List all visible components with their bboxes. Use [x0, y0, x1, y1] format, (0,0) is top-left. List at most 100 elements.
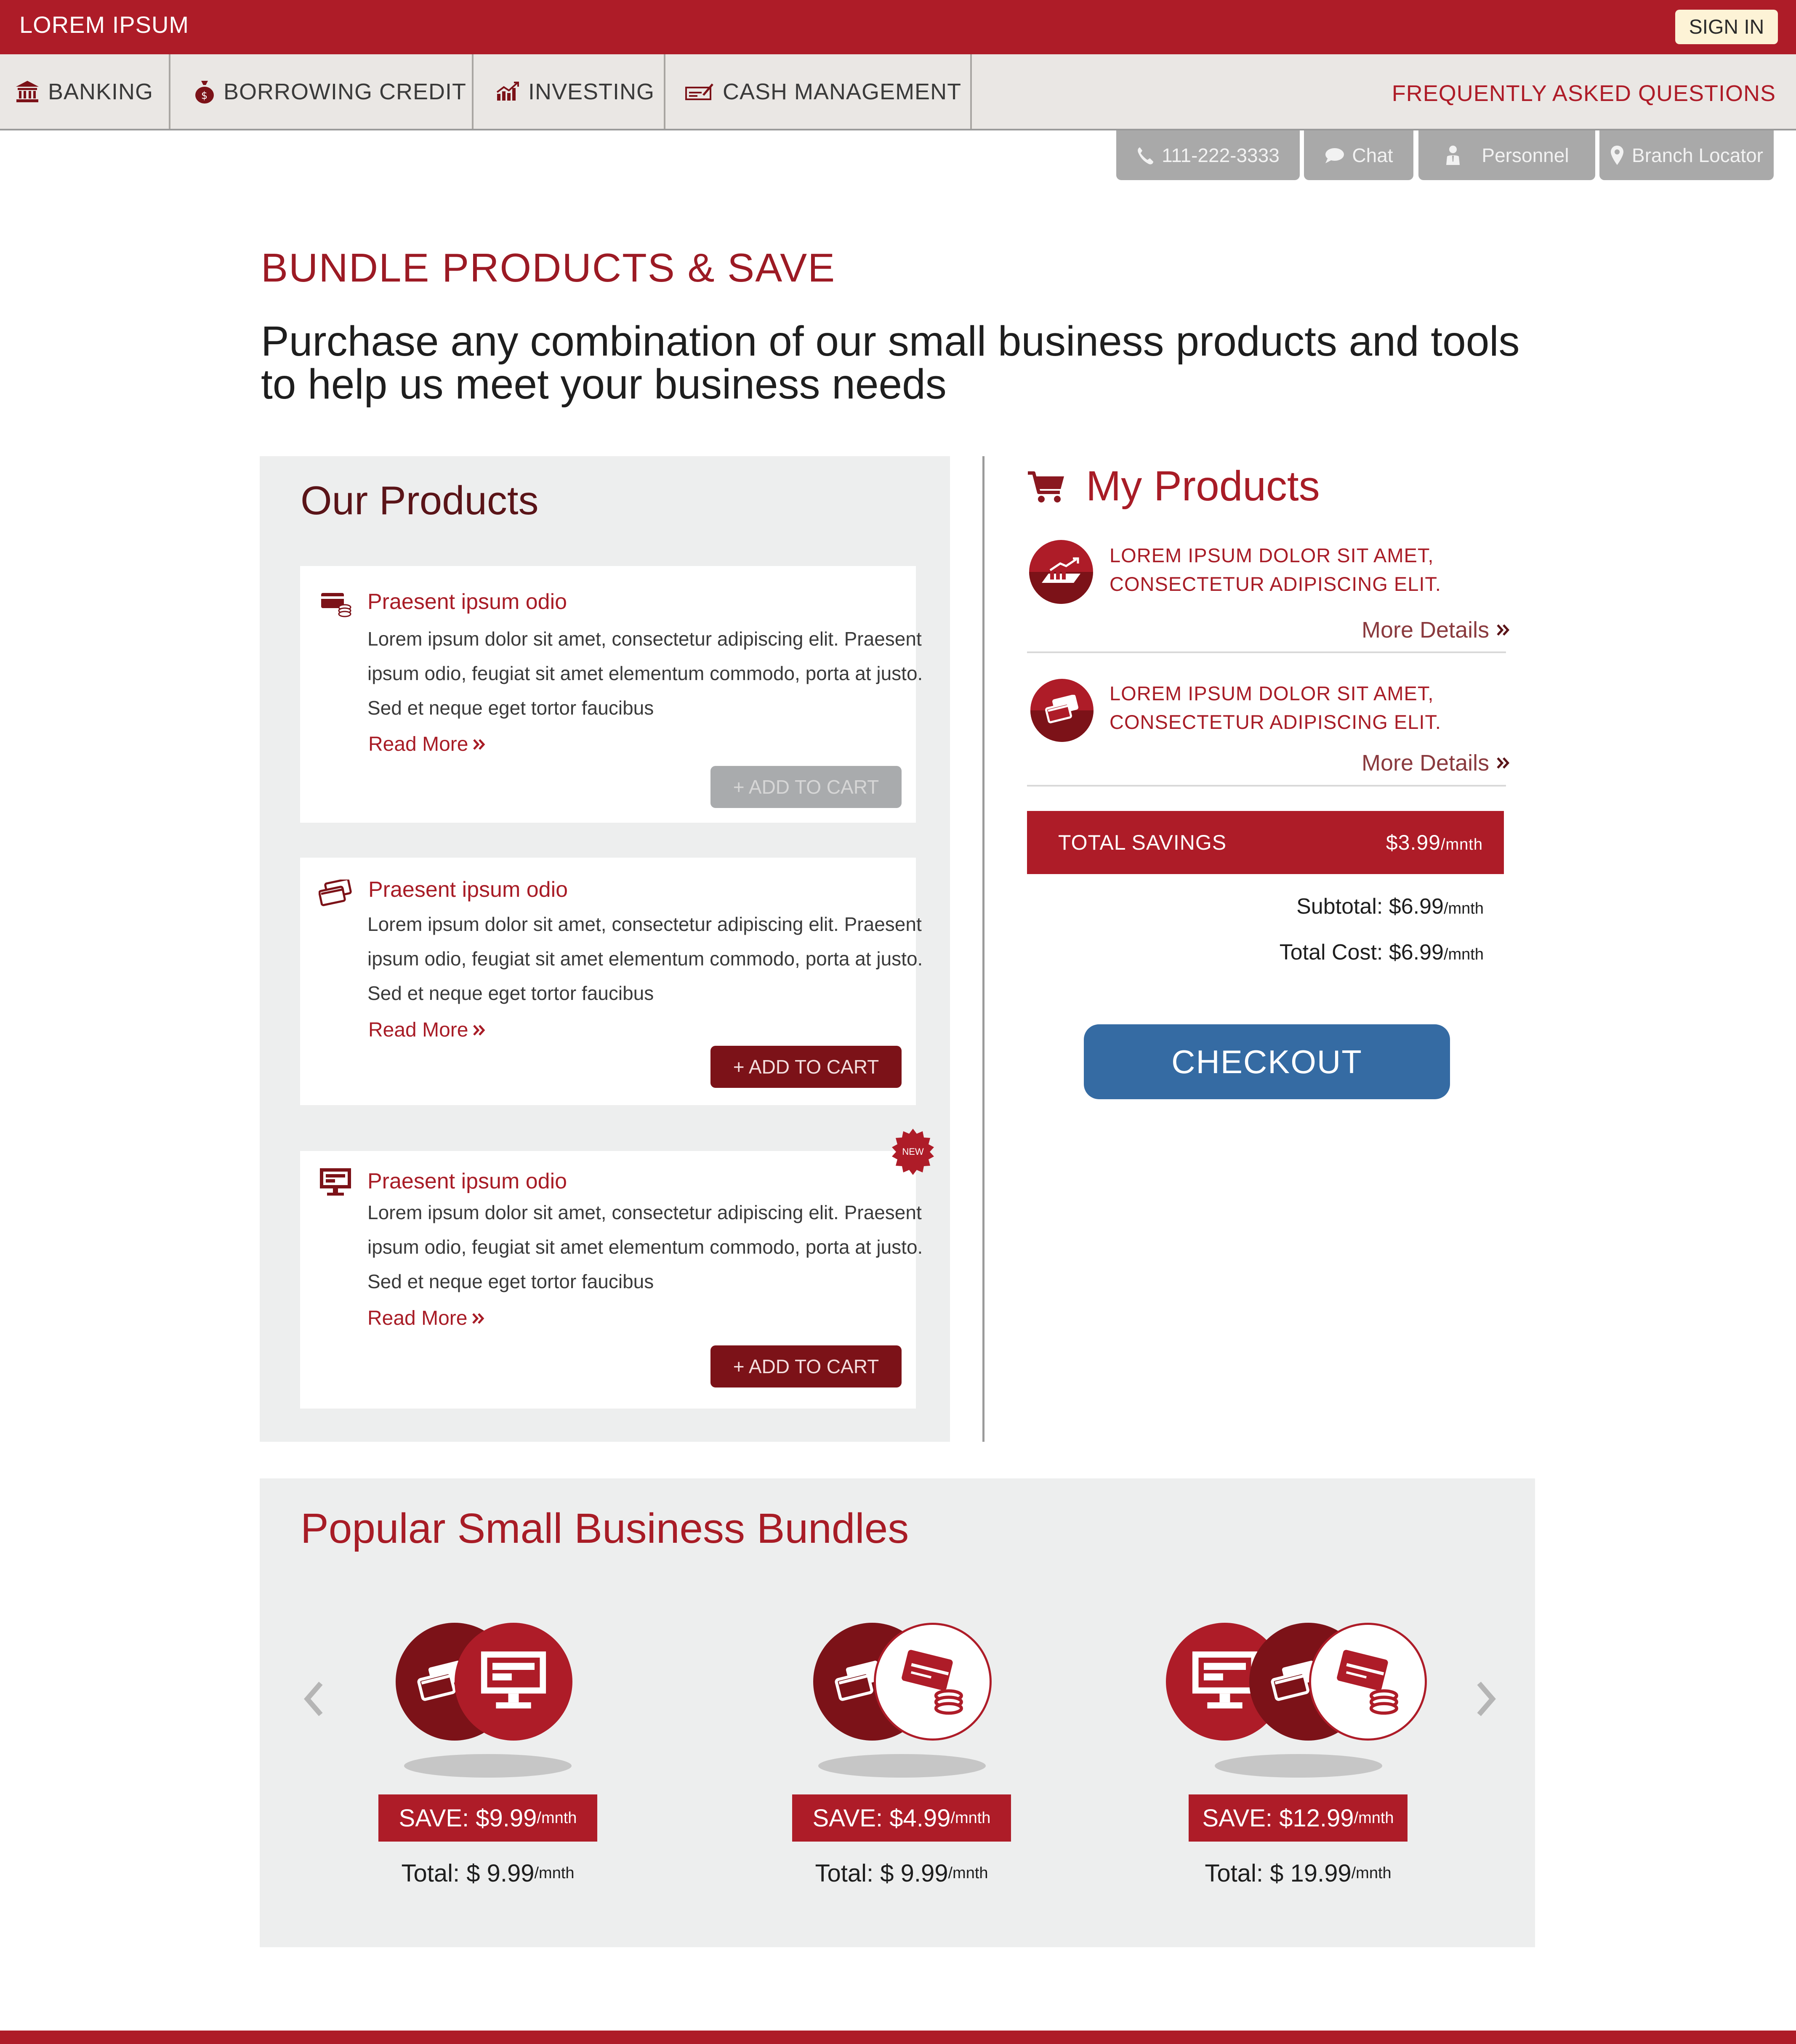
save-label: SAVE:	[399, 1804, 469, 1832]
my-product-name-line2: CONSECTETUR ADIPISCING ELIT.	[1110, 711, 1441, 733]
page-subtitle: Purchase any combination of our small bu…	[261, 318, 1520, 408]
total-cost-value: $6.99	[1389, 940, 1444, 965]
product-title[interactable]: Praesent ipsum odio	[367, 589, 567, 614]
product-title[interactable]: Praesent ipsum odio	[368, 877, 568, 902]
bundle-total: Total: $ 9.99/mnth	[362, 1859, 614, 1887]
total-value: $ 9.99	[466, 1860, 535, 1887]
nav-item-borrowing-credit[interactable]: $ BORROWING CREDIT	[170, 54, 474, 129]
check-icon	[685, 82, 714, 101]
monitor-icon	[319, 1167, 352, 1197]
new-badge: NEW	[889, 1128, 937, 1176]
product-title[interactable]: Praesent ipsum odio	[367, 1169, 567, 1194]
carousel-prev-icon[interactable]	[302, 1680, 327, 1718]
card-coins-icon	[320, 588, 352, 617]
personnel-tab[interactable]: Personnel	[1418, 130, 1595, 180]
investing-chart-icon	[1029, 540, 1093, 604]
read-more-link[interactable]: Read More	[367, 1307, 486, 1330]
per-month-unit: /mnth	[948, 1864, 988, 1882]
save-label: SAVE:	[812, 1804, 883, 1832]
more-details-label: More Details	[1362, 617, 1490, 643]
subtotal: Subtotal: $6.99/mnth	[1296, 894, 1484, 919]
total-cost: Total Cost: $6.99/mnth	[1280, 940, 1484, 965]
bank-icon	[15, 80, 40, 104]
phone-tab[interactable]: 111-222-3333	[1116, 130, 1300, 180]
add-to-cart-button[interactable]: + ADD TO CART	[710, 1046, 902, 1088]
chat-bubble-icon	[1324, 147, 1344, 164]
add-to-cart-button[interactable]: + ADD TO CART	[710, 1345, 902, 1387]
per-month-unit: /mnth	[537, 1809, 577, 1827]
nav-label-borrowing-credit: BORROWING CREDIT	[224, 79, 466, 104]
main-nav: BANKING $ BORROWING CREDIT INVESTING CAS…	[0, 54, 1796, 130]
bundle-save-badge: SAVE: $12.99/mnth	[1189, 1794, 1408, 1842]
per-month-unit: /mnth	[1443, 900, 1484, 917]
read-more-label: Read More	[368, 733, 468, 755]
total-savings-bar: TOTAL SAVINGS $3.99/mnth	[1027, 811, 1504, 874]
save-value: $12.99	[1279, 1804, 1354, 1832]
bundle-shadow	[818, 1754, 986, 1778]
total-savings-label: TOTAL SAVINGS	[1058, 831, 1227, 854]
bundle-save-badge: SAVE: $9.99/mnth	[378, 1794, 597, 1842]
my-product-name: LOREM IPSUM DOLOR SIT AMET, CONSECTETUR …	[1110, 541, 1441, 598]
nav-item-cash-management[interactable]: CASH MANAGEMENT	[665, 54, 972, 129]
nav-item-investing[interactable]: INVESTING	[474, 54, 665, 129]
double-chevron-right-icon	[471, 1311, 486, 1326]
faq-link[interactable]: FREQUENTLY ASKED QUESTIONS	[1392, 80, 1776, 106]
total-cost-label: Total Cost:	[1279, 940, 1383, 965]
brand-logo[interactable]: LOREM IPSUM	[19, 11, 189, 38]
add-to-cart-button[interactable]: + ADD TO CART	[710, 766, 902, 808]
double-chevron-right-icon	[472, 737, 487, 752]
chat-label: Chat	[1352, 144, 1393, 166]
bundles-title: Popular Small Business Bundles	[301, 1505, 909, 1552]
credit-cards-icon	[319, 880, 352, 906]
double-chevron-right-icon	[1496, 622, 1511, 638]
my-product-name-line1: LOREM IPSUM DOLOR SIT AMET,	[1110, 682, 1434, 704]
person-icon	[1445, 145, 1461, 166]
read-more-link[interactable]: Read More	[368, 1018, 487, 1042]
checkout-button[interactable]: CHECKOUT	[1084, 1024, 1450, 1099]
per-month-unit: /mnth	[1443, 946, 1484, 963]
branch-locator-tab[interactable]: Branch Locator	[1599, 130, 1774, 180]
product-card: Praesent ipsum odio Lorem ipsum dolor si…	[300, 1151, 923, 1409]
subtotal-value: $6.99	[1389, 894, 1444, 919]
svg-text:$: $	[201, 90, 208, 101]
chart-icon	[495, 81, 520, 102]
total-label: Total:	[401, 1860, 460, 1887]
total-value: $ 9.99	[880, 1860, 948, 1887]
total-label: Total:	[815, 1860, 874, 1887]
double-chevron-right-icon	[1496, 755, 1511, 771]
nav-item-banking[interactable]: BANKING	[0, 54, 170, 129]
separator	[1027, 651, 1506, 653]
money-bag-icon: $	[194, 79, 215, 104]
read-more-link[interactable]: Read More	[368, 733, 487, 756]
save-label: SAVE:	[1202, 1804, 1272, 1832]
column-divider	[982, 456, 984, 1442]
nav-label-cash-management: CASH MANAGEMENT	[723, 79, 962, 104]
sign-in-button[interactable]: SIGN IN	[1675, 10, 1778, 44]
bundle-shadow	[404, 1754, 572, 1778]
bundle-total: Total: $ 19.99/mnth	[1172, 1859, 1424, 1887]
product-card: Praesent ipsum odio Lorem ipsum dolor si…	[300, 858, 923, 1105]
cart-icon	[1027, 470, 1066, 504]
card-coins-icon	[874, 1623, 992, 1741]
product-card: Praesent ipsum odio Lorem ipsum dolor si…	[300, 566, 923, 823]
chat-tab[interactable]: Chat	[1304, 130, 1413, 180]
product-description: Lorem ipsum dolor sit amet, consectetur …	[367, 1201, 923, 1292]
read-more-label: Read More	[368, 1019, 468, 1041]
more-details-link[interactable]: More Details	[1362, 617, 1511, 643]
per-month-unit: /mnth	[950, 1809, 991, 1827]
bundle-save-badge: SAVE: $4.99/mnth	[792, 1794, 1011, 1842]
map-pin-icon	[1610, 145, 1624, 166]
subtotal-label: Subtotal:	[1296, 894, 1383, 919]
our-products-title: Our Products	[301, 478, 539, 523]
phone-number: 111-222-3333	[1162, 144, 1280, 166]
page-title: BUNDLE PRODUCTS & SAVE	[261, 245, 836, 290]
my-product-name-line1: LOREM IPSUM DOLOR SIT AMET,	[1110, 544, 1434, 566]
nav-label-investing: INVESTING	[528, 79, 655, 104]
branch-locator-label: Branch Locator	[1632, 144, 1763, 166]
total-label: Total:	[1205, 1860, 1263, 1887]
bundle-shadow	[1215, 1754, 1382, 1778]
carousel-next-icon[interactable]	[1472, 1680, 1498, 1718]
card-coins-icon	[1309, 1623, 1427, 1741]
phone-icon	[1136, 146, 1154, 165]
more-details-link[interactable]: More Details	[1362, 750, 1511, 776]
